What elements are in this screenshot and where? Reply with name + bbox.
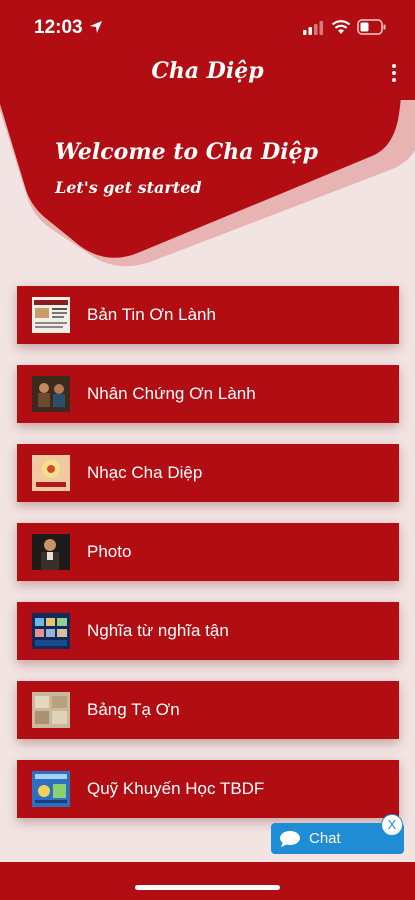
battery-icon: [357, 19, 386, 35]
menu-item-nhan-chung[interactable]: Nhân Chứng Ơn Lành: [17, 365, 399, 423]
chat-close-button[interactable]: X: [381, 814, 403, 836]
location-arrow-icon: [90, 21, 102, 33]
menu-item-label: Nghĩa từ nghĩa tận: [87, 621, 229, 640]
bottom-bar: [0, 862, 415, 900]
video-thumbnail-icon: [32, 613, 70, 649]
thanks-board-thumbnail-icon: [32, 692, 70, 728]
menu-item-quy-khuyen-hoc[interactable]: Quỹ Khuyến Học TBDF: [17, 760, 399, 818]
music-thumbnail-icon: [32, 455, 70, 491]
menu-item-ban-tin[interactable]: Bản Tin Ơn Lành: [17, 286, 399, 344]
chat-bubble-icon: [280, 831, 300, 847]
menu-item-bang-ta-on[interactable]: Bảng Tạ Ơn: [17, 681, 399, 739]
app-title: Cha Diệp: [151, 58, 264, 84]
wifi-icon: [331, 20, 351, 34]
newsletter-thumbnail-icon: [32, 297, 70, 333]
chat-label: Chat: [309, 830, 341, 847]
menu-item-nhac[interactable]: Nhạc Cha Diệp: [17, 444, 399, 502]
cellular-signal-icon: [303, 21, 323, 35]
more-menu-icon[interactable]: [389, 64, 399, 86]
status-bar: 12:03: [0, 0, 415, 56]
menu-list: Bản Tin Ơn Lành Nhân Chứng Ơn Lành Nhạc …: [17, 286, 399, 839]
welcome-subtitle: Let's get started: [55, 178, 202, 197]
menu-item-label: Photo: [87, 542, 132, 561]
photo-thumbnail-icon: [32, 534, 70, 570]
scholarship-thumbnail-icon: [32, 771, 70, 807]
menu-item-label: Bản Tin Ơn Lành: [87, 305, 216, 324]
menu-item-label: Bảng Tạ Ơn: [87, 700, 180, 719]
witness-thumbnail-icon: [32, 376, 70, 412]
menu-item-label: Quỹ Khuyến Học TBDF: [87, 779, 265, 798]
menu-item-label: Nhạc Cha Diệp: [87, 463, 203, 482]
home-indicator[interactable]: [135, 885, 280, 890]
menu-item-label: Nhân Chứng Ơn Lành: [87, 384, 256, 403]
menu-item-nghia-tu[interactable]: Nghĩa từ nghĩa tận: [17, 602, 399, 660]
status-time: 12:03: [34, 17, 83, 38]
menu-item-photo[interactable]: Photo: [17, 523, 399, 581]
welcome-heading: Welcome to Cha Diệp: [55, 139, 319, 165]
